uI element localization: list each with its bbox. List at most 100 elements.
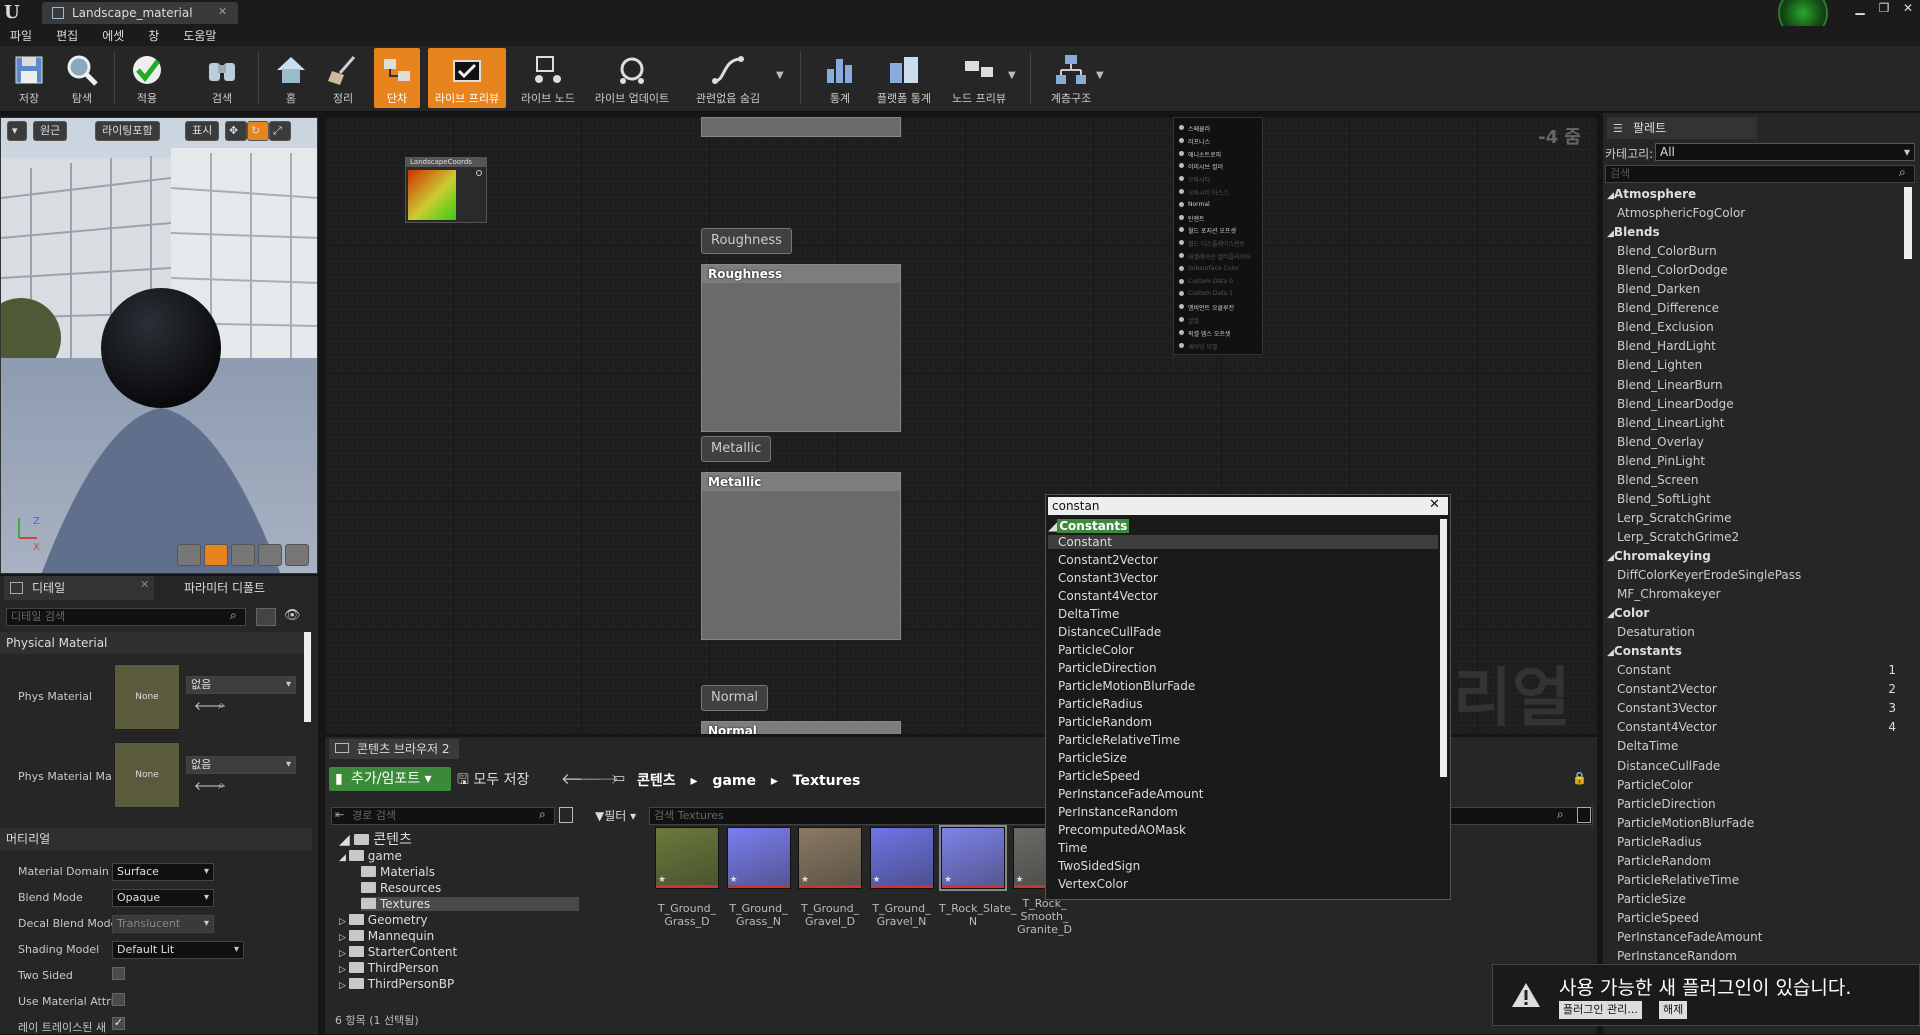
texture-asset-thumbnail[interactable]: ★ <box>939 825 1007 891</box>
stats-button[interactable]: 통계 <box>818 48 862 108</box>
plane-shape-icon[interactable] <box>231 544 255 566</box>
input-pin-icon[interactable] <box>1179 317 1184 322</box>
palette-item[interactable]: ParticleColor <box>1617 778 1693 792</box>
live-nodes-button[interactable]: 라이브 노드 <box>516 48 580 108</box>
material-section[interactable]: 머티리얼 <box>0 828 312 850</box>
sphere-shape-icon[interactable] <box>204 544 228 566</box>
palette-item[interactable]: AtmosphericFogColor <box>1617 206 1745 220</box>
palette-item[interactable]: Lerp_ScratchGrime2 <box>1617 530 1739 544</box>
palette-item[interactable]: Blend_Screen <box>1617 473 1698 487</box>
palette-scrollbar[interactable] <box>1904 187 1912 259</box>
result-pin-row[interactable]: Custom Data 1 <box>1188 290 1233 297</box>
palette-item[interactable]: Blend_ColorDodge <box>1617 263 1728 277</box>
tree-item-folder[interactable]: ▷ Mannequin <box>339 929 434 943</box>
lock-icon[interactable]: 🔒 <box>1572 771 1587 785</box>
palette-item[interactable]: Constant2Vector <box>1617 682 1717 696</box>
search-result-item[interactable]: Constant2Vector <box>1058 553 1158 567</box>
input-pin-icon[interactable] <box>1179 189 1184 194</box>
search-result-item[interactable]: Constant3Vector <box>1058 571 1158 585</box>
phys-material-map-select[interactable]: 없음 <box>186 756 296 774</box>
result-pin-row[interactable]: 셰이딩 모델 <box>1188 342 1218 351</box>
close-tab-icon[interactable]: ✕ <box>218 5 227 18</box>
dismiss-button[interactable]: 해제 <box>1659 1001 1688 1019</box>
texture-asset-thumbnail[interactable]: ★ <box>798 827 862 889</box>
input-pin-icon[interactable] <box>1179 278 1184 284</box>
result-pin-row[interactable]: Subsurface Color <box>1188 265 1239 272</box>
unreal-logo-icon[interactable]: U <box>4 2 26 24</box>
menu-edit[interactable]: 편집 <box>56 26 78 46</box>
tab-parameter-defaults[interactable]: 파라미터 디폴트 <box>160 576 310 600</box>
search-button[interactable]: 검색 <box>196 48 248 108</box>
search-result-item[interactable]: ParticleRadius <box>1058 697 1143 711</box>
result-pin-row[interactable]: 러프니스 <box>1188 137 1210 146</box>
details-scrollbar[interactable] <box>304 632 311 722</box>
view-options-grid-icon[interactable] <box>256 608 276 626</box>
palette-item[interactable]: Blend_LinearLight <box>1617 416 1724 430</box>
result-pin-row[interactable]: 앰비언트 오클루전 <box>1188 303 1234 312</box>
close-details-icon[interactable]: ✕ <box>140 578 149 591</box>
palette-category[interactable]: ◢Chromakeying <box>1607 549 1711 563</box>
palette-item[interactable]: MF_Chromakeyer <box>1617 587 1721 601</box>
view-options-icon[interactable] <box>559 807 573 823</box>
result-pin-row[interactable]: Custom Data 0 <box>1188 278 1233 285</box>
metallic-pin-label[interactable]: Metallic <box>701 436 772 462</box>
landscape-coords-node[interactable]: LandscapeCoords <box>405 157 487 223</box>
result-pin-row[interactable]: 오파시티 마스크 <box>1188 188 1229 197</box>
palette-item[interactable]: Blend_Difference <box>1617 301 1719 315</box>
result-pin-row[interactable]: 월드 포지션 오프셋 <box>1188 226 1236 235</box>
result-pin-row[interactable]: 오파시티 <box>1188 175 1210 184</box>
palette-item[interactable]: ParticleRadius <box>1617 835 1702 849</box>
palette-item[interactable]: Constant <box>1617 663 1671 677</box>
palette-item[interactable]: Blend_ColorBurn <box>1617 244 1717 258</box>
palette-item[interactable]: Lerp_ScratchGrime <box>1617 511 1731 525</box>
live-preview-button[interactable]: 라이브 프리뷰 <box>428 48 506 108</box>
palette-item[interactable]: PerInstanceRandom <box>1617 949 1737 963</box>
palette-item[interactable]: Blend_Overlay <box>1617 435 1704 449</box>
palette-item[interactable]: ParticleDirection <box>1617 797 1716 811</box>
input-pin-icon[interactable] <box>1179 176 1184 182</box>
output-pin-icon[interactable] <box>476 170 482 176</box>
search-result-item[interactable]: Constant <box>1048 535 1438 549</box>
material-domain-select[interactable]: Surface <box>112 863 214 881</box>
palette-item[interactable]: Blend_HardLight <box>1617 339 1716 353</box>
expand-arrow-icon[interactable]: ▷ <box>339 917 349 927</box>
rotate-icon[interactable]: ↻ <box>247 121 269 141</box>
manage-plugins-button[interactable]: 플러그인 관리... <box>1559 1001 1642 1019</box>
node-preview-button[interactable]: 노드 프리뷰 <box>946 48 1012 108</box>
result-node[interactable]: 스페큘러 러프니스 애니소트로피 이미시브 컬러 오파시티 오파시티 마스크 Normal 탄… <box>1173 117 1263 355</box>
breadcrumb-content[interactable]: 콘텐츠 <box>637 773 676 789</box>
result-pin-row[interactable]: 탄젠트 <box>1188 214 1205 223</box>
tree-item-folder[interactable]: ▷ StarterContent <box>339 945 457 959</box>
palette-category[interactable]: ◢Constants <box>1607 644 1682 658</box>
tree-item-folder[interactable]: ▷ ThirdPerson <box>339 961 439 975</box>
teapot-shape-icon[interactable] <box>285 544 309 566</box>
search-result-item[interactable]: Time <box>1058 841 1087 855</box>
roughness-pin-label[interactable]: Roughness <box>701 228 792 254</box>
cylinder-shape-icon[interactable] <box>177 544 201 566</box>
tab-palette[interactable]: 팔레트 <box>1607 117 1757 139</box>
input-pin-icon[interactable] <box>1179 253 1184 258</box>
favorite-star-icon[interactable]: ★ <box>873 875 881 885</box>
input-pin-icon[interactable] <box>1179 342 1184 348</box>
path-search-input[interactable]: 경로 검색 <box>331 807 555 825</box>
search-result-item[interactable]: ParticleMotionBlurFade <box>1058 679 1195 693</box>
hierarchy-button[interactable]: 계층구조 <box>1044 48 1098 108</box>
palette-item[interactable]: DiffColorKeyerErodeSinglePass <box>1617 568 1801 582</box>
hide-unrelated-button[interactable]: 관련없음 숨김 <box>688 48 768 108</box>
input-pin-icon[interactable] <box>1179 214 1184 220</box>
hierarchy-dropdown-icon[interactable]: ▼ <box>1096 70 1104 81</box>
favorite-star-icon[interactable]: ★ <box>1016 875 1024 885</box>
input-pin-icon[interactable] <box>1179 329 1184 335</box>
browse-magnifier-icon[interactable]: ⌕ <box>218 698 225 713</box>
use-material-attributes-checkbox[interactable] <box>112 993 125 1006</box>
node-preview-dropdown-icon[interactable]: ▼ <box>1008 70 1016 81</box>
breadcrumb-game[interactable]: game <box>712 773 756 789</box>
tree-item-folder[interactable]: Resources <box>361 881 441 895</box>
tree-item-content[interactable]: ◢ 콘텐츠 <box>339 829 412 849</box>
add-import-button[interactable]: 추가/임포트 ▾ <box>329 767 451 791</box>
tree-item-folder[interactable]: ◢ game <box>339 849 402 863</box>
input-pin-icon[interactable] <box>1179 240 1184 246</box>
physical-material-section[interactable]: Physical Material <box>0 632 312 654</box>
palette-item[interactable]: Blend_Lighten <box>1617 358 1702 372</box>
search-result-item[interactable]: DeltaTime <box>1058 607 1119 621</box>
